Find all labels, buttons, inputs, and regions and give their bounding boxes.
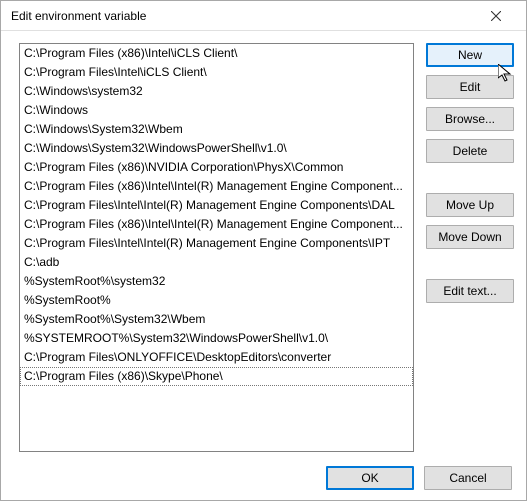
list-item[interactable]: C:\adb — [20, 253, 413, 272]
list-item[interactable]: C:\Windows\System32\WindowsPowerShell\v1… — [20, 139, 413, 158]
path-listbox[interactable]: C:\Program Files (x86)\Intel\iCLS Client… — [19, 43, 414, 452]
list-item[interactable]: C:\Windows\system32 — [20, 82, 413, 101]
list-item[interactable]: C:\Program Files (x86)\Skype\Phone\ — [20, 367, 413, 386]
edit-text-button[interactable]: Edit text... — [426, 279, 514, 303]
dialog-content: C:\Program Files (x86)\Intel\iCLS Client… — [1, 31, 526, 500]
list-item[interactable]: %SYSTEMROOT%\System32\WindowsPowerShell\… — [20, 329, 413, 348]
list-item[interactable]: %SystemRoot% — [20, 291, 413, 310]
move-up-button[interactable]: Move Up — [426, 193, 514, 217]
ok-button[interactable]: OK — [326, 466, 414, 490]
titlebar: Edit environment variable — [1, 1, 526, 31]
list-item[interactable]: C:\Windows\System32\Wbem — [20, 120, 413, 139]
side-buttons: New Edit Browse... Delete Move Up Move D… — [426, 43, 514, 452]
bottom-row: OK Cancel — [19, 452, 514, 490]
window-title: Edit environment variable — [11, 9, 473, 23]
main-row: C:\Program Files (x86)\Intel\iCLS Client… — [19, 43, 514, 452]
cancel-button[interactable]: Cancel — [424, 466, 512, 490]
close-button[interactable] — [473, 2, 518, 30]
list-item[interactable]: C:\Program Files (x86)\Intel\Intel(R) Ma… — [20, 215, 413, 234]
close-icon — [491, 11, 501, 21]
list-item[interactable]: C:\Program Files\ONLYOFFICE\DesktopEdito… — [20, 348, 413, 367]
edit-button[interactable]: Edit — [426, 75, 514, 99]
list-item[interactable]: C:\Program Files\Intel\Intel(R) Manageme… — [20, 234, 413, 253]
new-button[interactable]: New — [426, 43, 514, 67]
list-inner: C:\Program Files (x86)\Intel\iCLS Client… — [20, 44, 413, 451]
list-item[interactable]: C:\Program Files\Intel\iCLS Client\ — [20, 63, 413, 82]
delete-button[interactable]: Delete — [426, 139, 514, 163]
dialog-window: Edit environment variable C:\Program Fil… — [0, 0, 527, 501]
list-item[interactable]: C:\Program Files (x86)\Intel\Intel(R) Ma… — [20, 177, 413, 196]
list-item[interactable]: C:\Program Files (x86)\NVIDIA Corporatio… — [20, 158, 413, 177]
move-down-button[interactable]: Move Down — [426, 225, 514, 249]
list-item[interactable]: C:\Program Files (x86)\Intel\iCLS Client… — [20, 44, 413, 63]
list-item[interactable]: %SystemRoot%\System32\Wbem — [20, 310, 413, 329]
browse-button[interactable]: Browse... — [426, 107, 514, 131]
list-item[interactable]: C:\Program Files\Intel\Intel(R) Manageme… — [20, 196, 413, 215]
list-item[interactable]: %SystemRoot%\system32 — [20, 272, 413, 291]
list-item[interactable]: C:\Windows — [20, 101, 413, 120]
